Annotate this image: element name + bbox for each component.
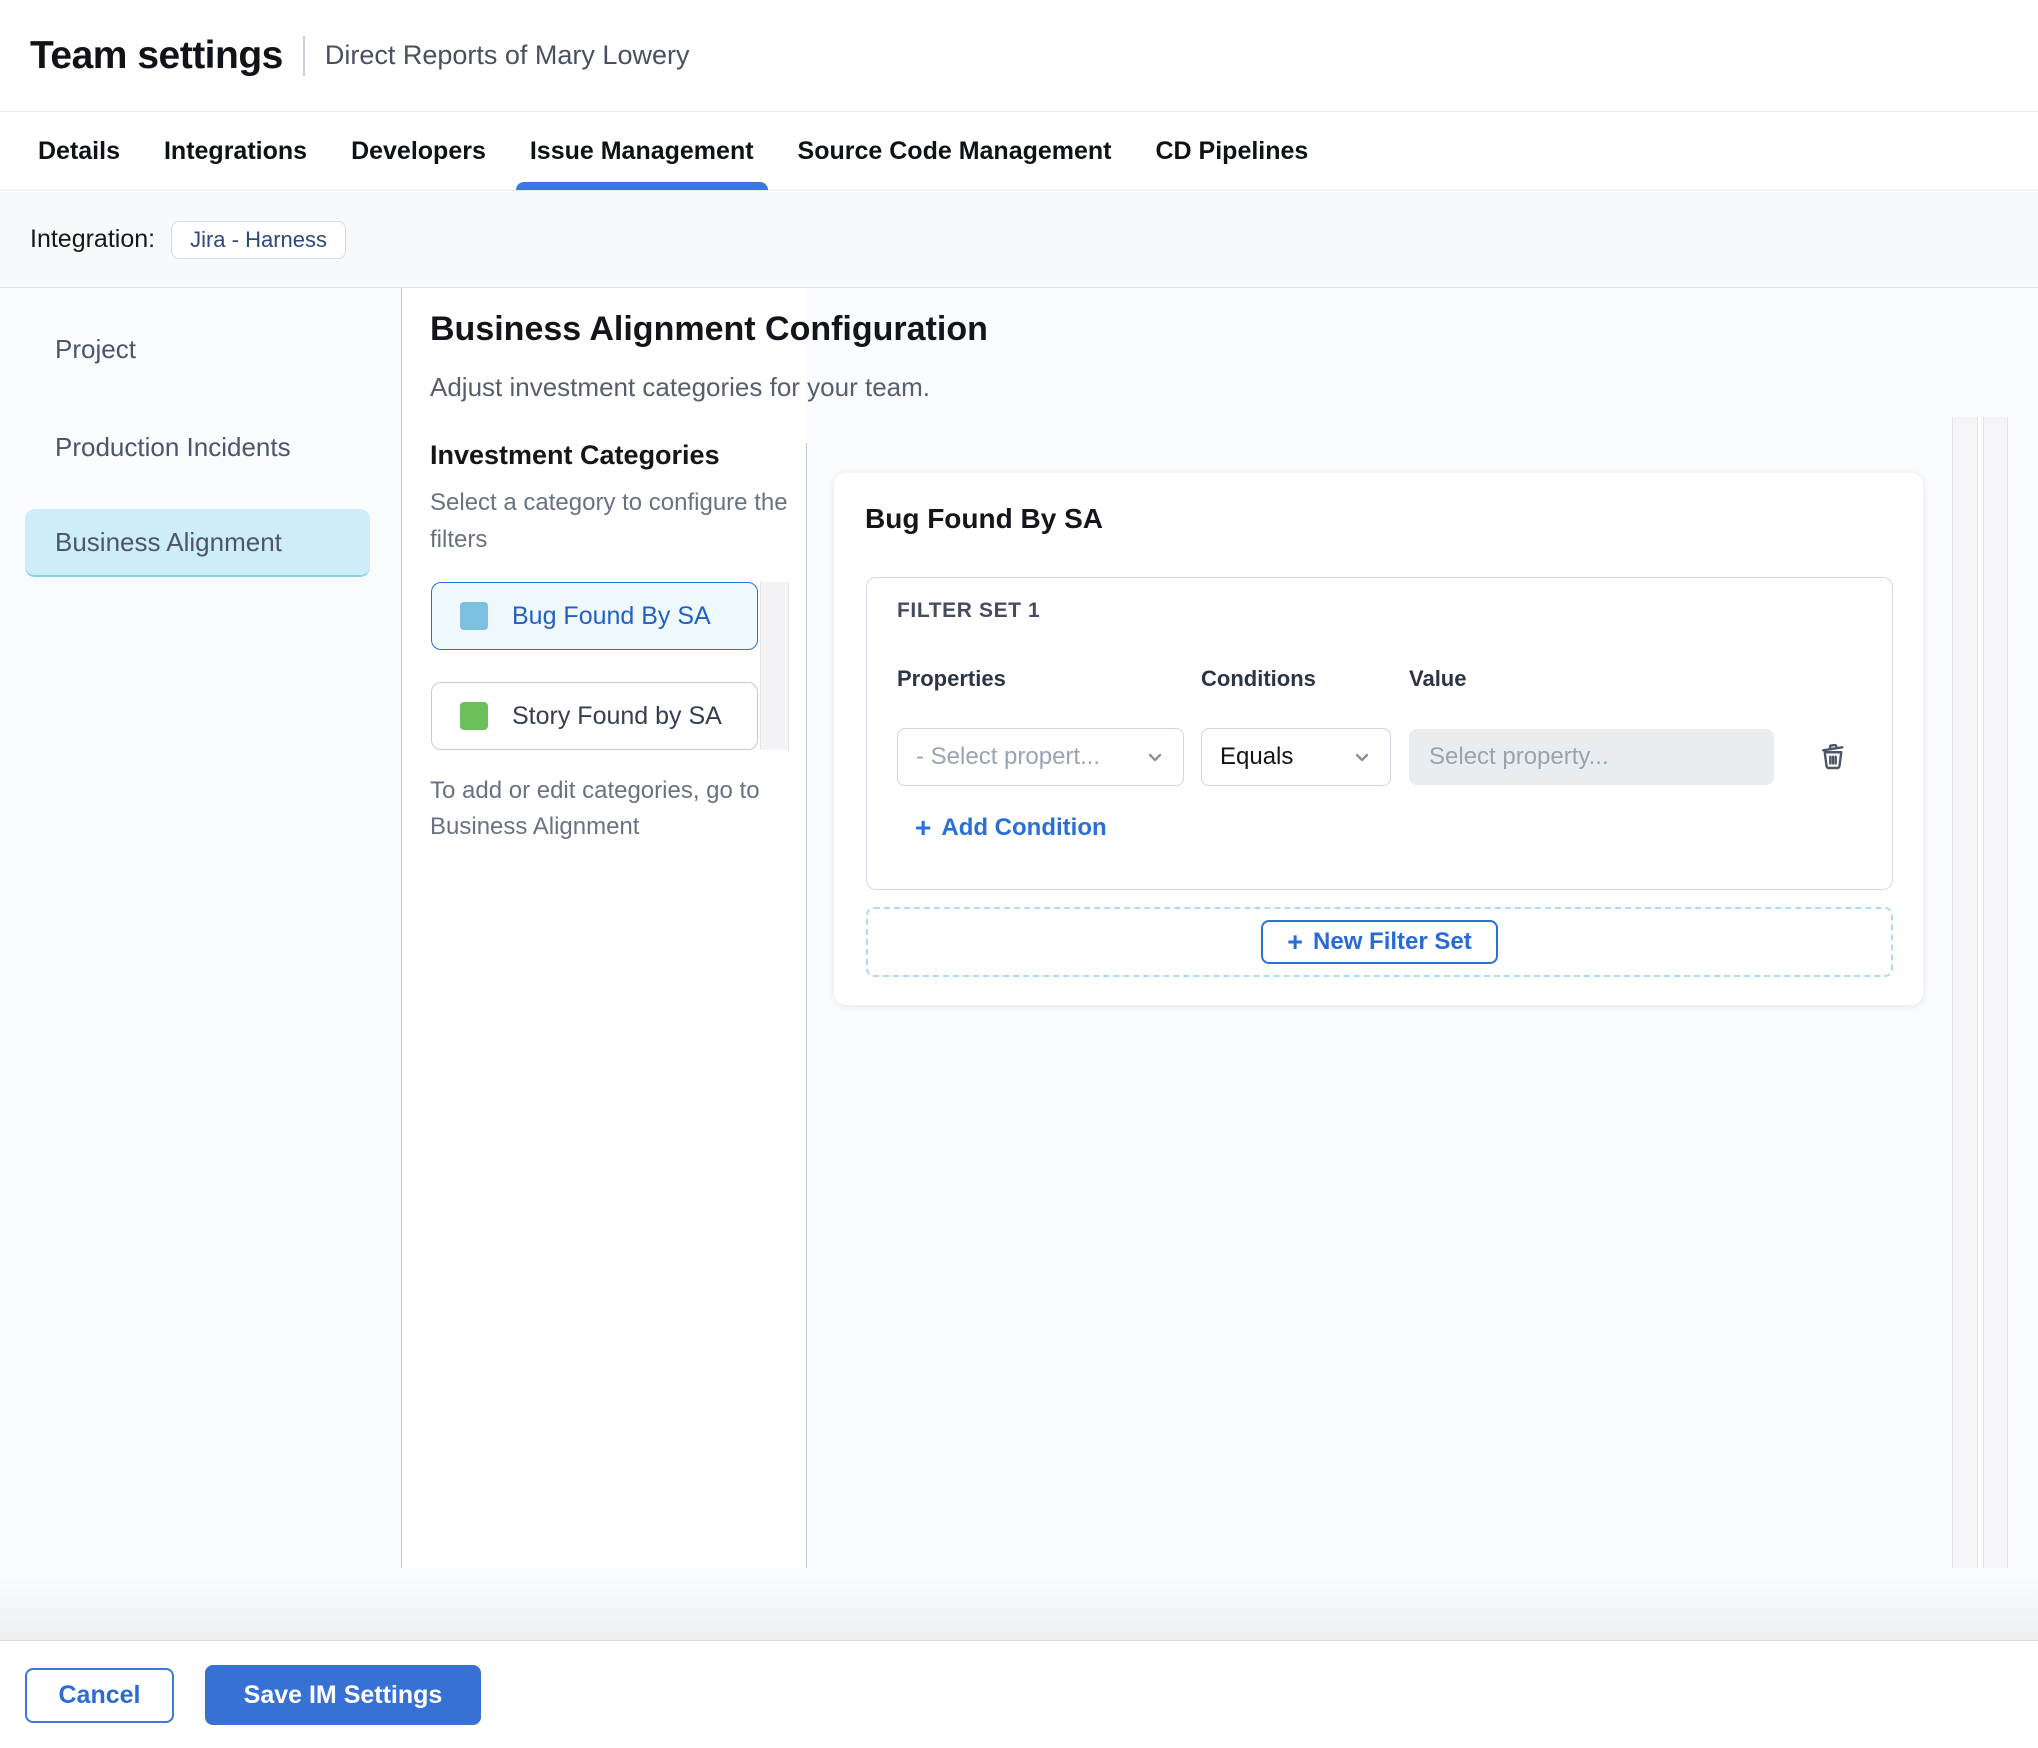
tab-details[interactable]: Details [38,112,120,190]
investment-categories-title: Investment Categories [430,440,720,470]
plus-icon: + [915,812,932,843]
cancel-button[interactable]: Cancel [25,1668,174,1723]
condition-select[interactable]: Equals [1201,728,1391,786]
footer-gradient [0,1568,2038,1641]
page-title: Team settings [30,33,283,77]
filter-set-title: FILTER SET 1 [897,599,1041,622]
trash-icon [1815,738,1851,774]
sidebar-item-business-alignment[interactable]: Business Alignment [25,509,370,577]
plus-icon: + [1287,926,1304,957]
category-button-bug-found-by-sa[interactable]: Bug Found By SA [431,582,758,650]
title-separator [302,35,305,76]
settings-tabbar: Details Integrations Developers Issue Ma… [0,111,2038,191]
sidebar-divider [401,288,402,1568]
new-filter-set-dropzone: + New Filter Set [866,907,1893,977]
integration-bar: Integration: Jira - Harness [0,192,2038,288]
categories-column-background [402,288,806,1568]
new-filter-set-button[interactable]: + New Filter Set [1261,920,1498,964]
tab-issue-management[interactable]: Issue Management [515,112,768,190]
section-title: Business Alignment Configuration [430,310,988,348]
note-line: To add or edit categories, go to [430,777,760,804]
integration-chip[interactable]: Jira - Harness [171,220,347,259]
value-column-label: Value [1409,666,1467,691]
sidebar-item-project[interactable]: Project [25,318,370,380]
add-condition-button[interactable]: + Add Condition [915,814,1107,842]
hint-line: filters [430,526,488,553]
category-color-swatch [460,702,488,730]
page-header: Team settings Direct Reports of Mary Low… [0,0,2038,111]
investment-categories-hint: Select a category to configure the filte… [430,484,788,558]
categories-divider [806,443,807,1568]
vertical-scrollbar-inner[interactable] [1983,417,2008,1568]
category-button-story-found-by-sa[interactable]: Story Found by SA [431,682,758,750]
delete-condition-button[interactable] [1811,734,1855,778]
save-im-settings-button[interactable]: Save IM Settings [205,1665,481,1725]
new-filter-set-label: New Filter Set [1313,928,1472,955]
tab-integrations[interactable]: Integrations [164,112,307,190]
add-condition-label: Add Condition [941,814,1107,841]
content-area: Project Production Incidents Business Al… [0,288,2038,1568]
categories-note: To add or edit categories, go to Busines… [430,773,760,845]
page-subtitle: Direct Reports of Mary Lowery [324,40,690,70]
categories-scrollbar[interactable] [760,582,789,750]
section-subtitle: Adjust investment categories for your te… [430,372,931,402]
sidebar-item-production-incidents[interactable]: Production Incidents [25,416,370,478]
footer-bar: Cancel Save IM Settings [0,1641,2038,1748]
category-label: Story Found by SA [512,701,722,730]
properties-column-label: Properties [897,666,1006,691]
property-select-placeholder: - Select propert... [916,743,1101,770]
tab-source-code-management[interactable]: Source Code Management [798,112,1112,190]
tab-cd-pipelines[interactable]: CD Pipelines [1156,112,1309,190]
category-label: Bug Found By SA [512,601,711,630]
filter-card-title: Bug Found By SA [865,503,1103,534]
condition-select-value: Equals [1220,743,1294,770]
property-select[interactable]: - Select propert... [897,728,1184,786]
filter-config-card: Bug Found By SA FILTER SET 1 Properties … [834,473,1923,1005]
hint-line: Select a category to configure the [430,489,788,516]
chevron-down-icon [1350,745,1374,769]
value-input[interactable] [1409,729,1774,785]
tab-developers[interactable]: Developers [351,112,486,190]
conditions-column-label: Conditions [1201,666,1316,691]
team-settings-screen: Team settings Direct Reports of Mary Low… [0,0,2038,1748]
chevron-down-icon [1143,745,1167,769]
integration-label: Integration: [30,225,156,253]
vertical-scrollbar-outer[interactable] [1952,417,1978,1568]
filter-set-1: FILTER SET 1 Properties Conditions Value… [866,577,1893,890]
category-color-swatch [460,602,488,630]
note-line: Business Alignment [430,813,640,840]
